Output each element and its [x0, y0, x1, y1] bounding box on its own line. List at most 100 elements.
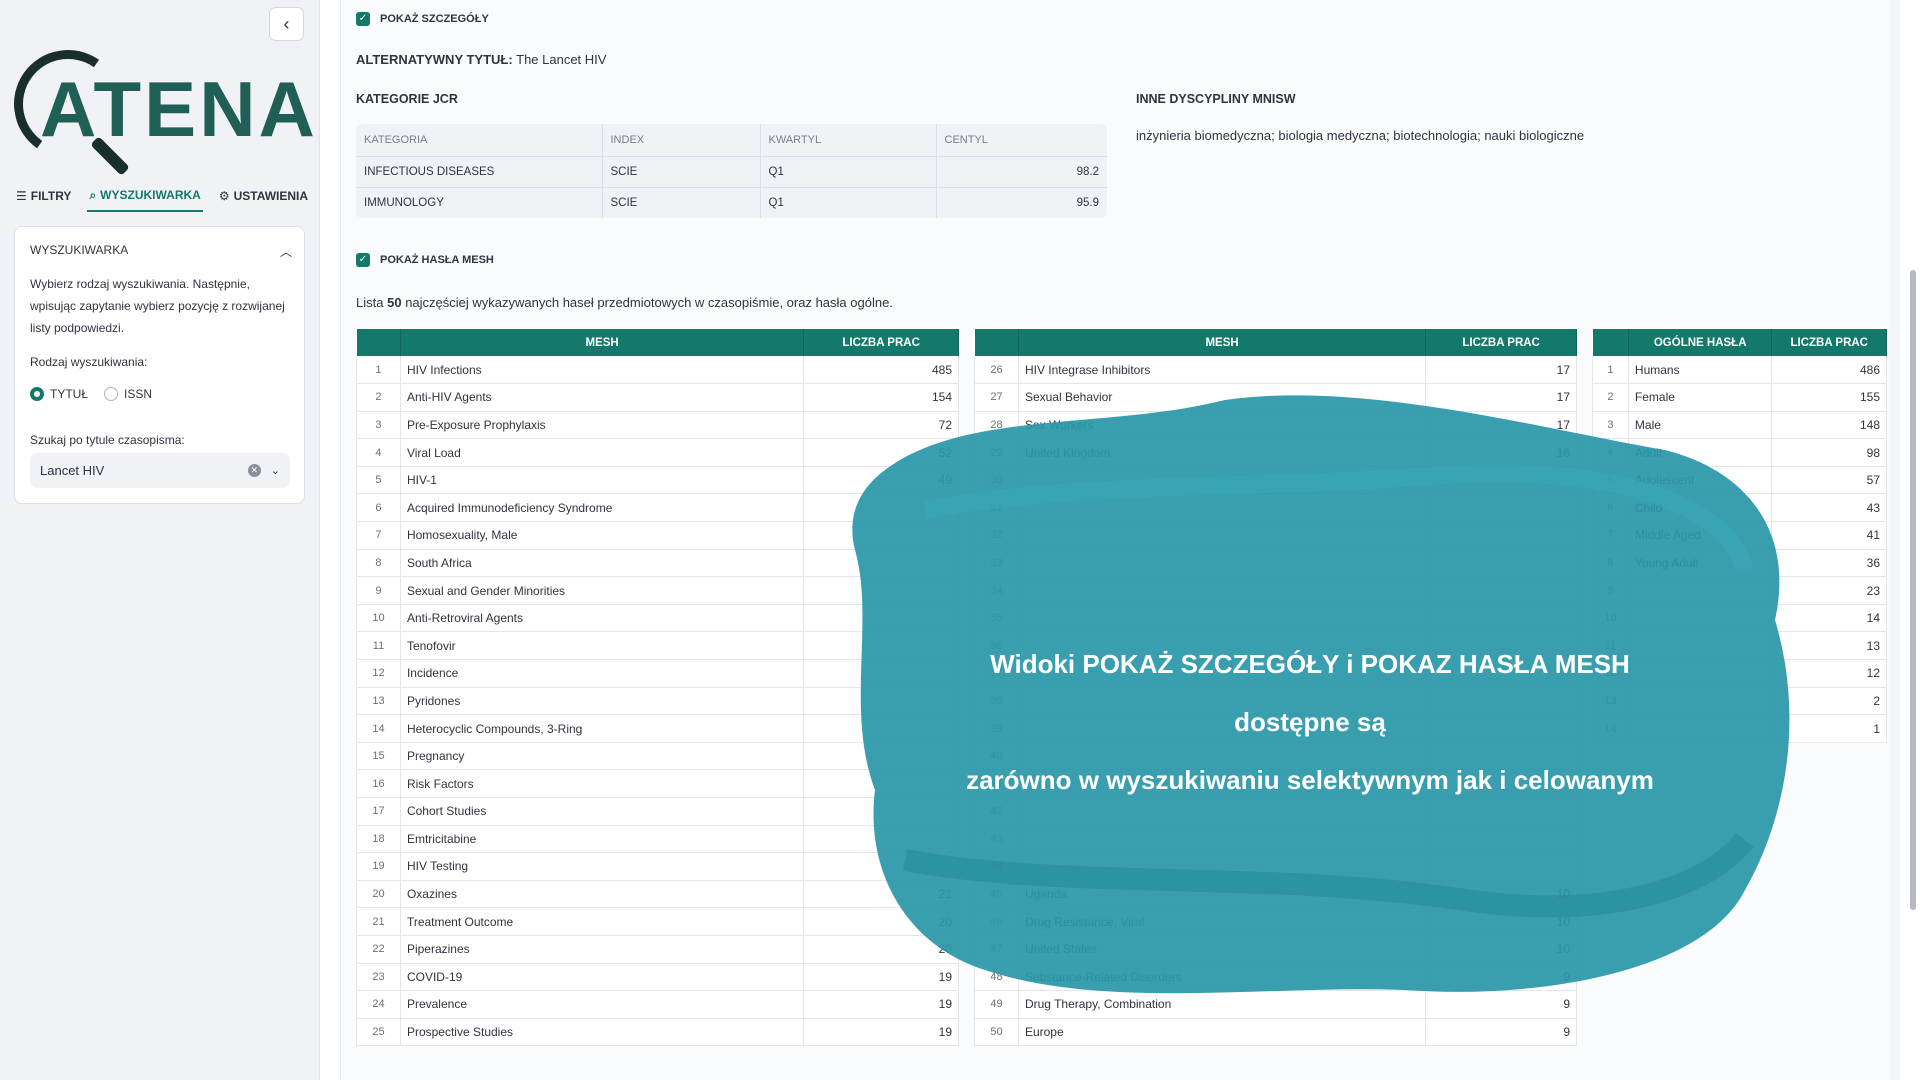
header-cell[interactable]: MESH — [1018, 329, 1427, 356]
show-mesh-checkbox[interactable]: ✓ POKAŻ HASŁA MESH — [356, 253, 494, 267]
term-name: COVID-19 — [400, 963, 805, 992]
header-cell[interactable]: MESH — [400, 329, 805, 356]
term-name: Viral Load — [400, 438, 805, 467]
term-name: HIV-1 — [400, 466, 805, 495]
term-name: Acquired Immunodeficiency Syndrome — [400, 493, 805, 523]
term-name: Treatment Outcome — [400, 907, 805, 936]
radio-label: ISSN — [124, 387, 153, 401]
term-name: HIV Testing — [400, 852, 805, 881]
row-index: 12 — [356, 659, 401, 688]
term-name: Anti-Retroviral Agents — [400, 604, 805, 633]
header-cell — [1592, 329, 1629, 356]
check-icon: ✓ — [356, 253, 370, 267]
jcr-header-cell[interactable]: INDEX — [602, 124, 761, 156]
radio-label: TYTUŁ — [50, 387, 89, 401]
show-details-checkbox[interactable]: ✓ POKAŻ SZCZEGÓŁY — [356, 12, 489, 26]
overlay-line: Widoki POKAŻ SZCZEGÓŁY i POKAZ HASŁA MES… — [990, 649, 1630, 737]
term-name: Heterocyclic Compounds, 3-Ring — [400, 714, 805, 743]
general-header-row: OGÓLNE HASŁA LICZBA PRAC — [1592, 329, 1887, 356]
search-panel-description: Wybierz rodzaj wyszukiwania. Następnie, … — [30, 277, 285, 335]
mesh-header-row: MESH LICZBA PRAC — [356, 329, 959, 356]
term-name: Incidence — [400, 659, 805, 688]
search-type-radio-group: TYTUŁ ISSN — [30, 387, 152, 401]
term-name: Emtricitabine — [400, 825, 805, 854]
table-row: 50 Europe 9 — [974, 1018, 1577, 1047]
row-index: 25 — [356, 1018, 401, 1047]
table-cell: Q1 — [760, 186, 937, 218]
main-scrollbar[interactable] — [1910, 270, 1916, 910]
term-name: Cohort Studies — [400, 797, 805, 826]
jcr-header-cell[interactable]: CENTYL — [936, 124, 1107, 156]
header-cell[interactable]: LICZBA PRAC — [803, 329, 959, 356]
row-index: 19 — [356, 852, 401, 881]
row-index: 26 — [974, 356, 1019, 385]
alternative-title: ALTERNATYWNY TYTUŁ: The Lancet HIV — [356, 52, 607, 67]
journal-search-select[interactable]: Lancet HIV ✕ ⌄ — [30, 453, 290, 488]
clear-icon[interactable]: ✕ — [247, 464, 261, 477]
row-index: 5 — [356, 466, 401, 495]
tab-ustawienia[interactable]: ⚙ USTAWIENIA — [217, 180, 310, 212]
chevron-up-icon: ︿ — [279, 245, 292, 259]
logo: ATENA — [5, 41, 315, 176]
term-name: Anti-HIV Agents — [400, 383, 805, 412]
header-cell[interactable]: OGÓLNE HASŁA — [1628, 329, 1773, 356]
row-index: 8 — [356, 549, 401, 578]
intro-text: Lista — [356, 295, 384, 310]
jcr-heading: KATEGORIE JCR — [356, 92, 458, 106]
term-count: 19 — [803, 1018, 959, 1047]
check-icon: ✓ — [356, 12, 370, 26]
term-name: HIV Integrase Inhibitors — [1018, 356, 1427, 385]
tab-filtry[interactable]: ☰ FILTRY — [14, 180, 73, 212]
intro-count: 50 — [387, 295, 402, 310]
gear-icon: ⚙ — [218, 189, 230, 203]
alt-title-value: The Lancet HIV — [516, 52, 607, 67]
mesh-list-intro: Lista 50 najczęściej wykazywanych haseł … — [356, 295, 893, 310]
tab-label: USTAWIENIA — [233, 189, 309, 203]
table-row: 25 Prospective Studies 19 — [356, 1018, 959, 1047]
header-cell — [356, 329, 401, 356]
radio-issn[interactable]: ISSN — [104, 387, 152, 401]
table-cell: Q1 — [760, 155, 937, 187]
term-name: South Africa — [400, 549, 805, 578]
table-row: IMMUNOLOGY SCIE Q1 95.9 — [356, 186, 1107, 218]
jcr-header-cell[interactable]: KWARTYL — [760, 124, 937, 156]
term-count: 486 — [1771, 356, 1887, 385]
filter-icon: ☰ — [16, 189, 27, 203]
header-cell[interactable]: LICZBA PRAC — [1771, 329, 1887, 356]
row-index: 20 — [356, 880, 401, 909]
table-row: 1 HIV Infections 485 — [356, 356, 959, 385]
row-index: 21 — [356, 907, 401, 936]
header-cell[interactable]: LICZBA PRAC — [1425, 329, 1577, 356]
term-name: Tenofovir — [400, 631, 805, 661]
jcr-header-row: KATEGORIA INDEX KWARTYL CENTYL — [356, 124, 1107, 156]
row-index: 14 — [356, 714, 401, 743]
chevron-down-icon[interactable]: ⌄ — [271, 464, 280, 477]
show-details-label: POKAŻ SZCZEGÓŁY — [380, 13, 489, 25]
table-cell: 98.2 — [936, 155, 1107, 187]
row-index: 50 — [974, 1018, 1019, 1047]
row-index: 22 — [356, 935, 401, 964]
mnisw-disciplines: inżynieria biomedyczna; biologia medyczn… — [1136, 128, 1585, 143]
search-panel-header[interactable]: WYSZUKIWARKA ︿ — [30, 243, 292, 260]
intro-text: najczęściej wykazywanych haseł przedmiot… — [405, 295, 893, 310]
table-cell: SCIE — [602, 186, 761, 218]
show-mesh-label: POKAŻ HASŁA MESH — [380, 254, 494, 266]
row-index: 1 — [1592, 356, 1629, 385]
term-name: Prevalence — [400, 990, 805, 1019]
search-value: Lancet HIV — [40, 463, 105, 478]
term-name: Oxazines — [400, 880, 805, 909]
jcr-header-cell[interactable]: KATEGORIA — [356, 124, 603, 156]
row-index: 17 — [356, 797, 401, 826]
table-cell: INFECTIOUS DISEASES — [356, 155, 603, 187]
jcr-table: KATEGORIA INDEX KWARTYL CENTYL INFECTIOU… — [356, 124, 1107, 218]
radio-title[interactable]: TYTUŁ — [30, 387, 88, 401]
table-cell: 95.9 — [936, 186, 1107, 218]
collapse-sidebar-button[interactable]: ‹ — [269, 7, 304, 41]
tab-wyszukiwarka[interactable]: ⌕ WYSZUKIWARKA — [87, 180, 203, 212]
overlay-line: zarówno w wyszukiwaniu selektywnym jak i… — [966, 765, 1654, 795]
term-name: HIV Infections — [400, 356, 805, 385]
term-name: Sexual and Gender Minorities — [400, 576, 805, 605]
search-panel-title: WYSZUKIWARKA — [30, 243, 129, 257]
search-field-label: Szukaj po tytule czasopisma: — [30, 433, 185, 447]
term-name: Risk Factors — [400, 769, 805, 798]
